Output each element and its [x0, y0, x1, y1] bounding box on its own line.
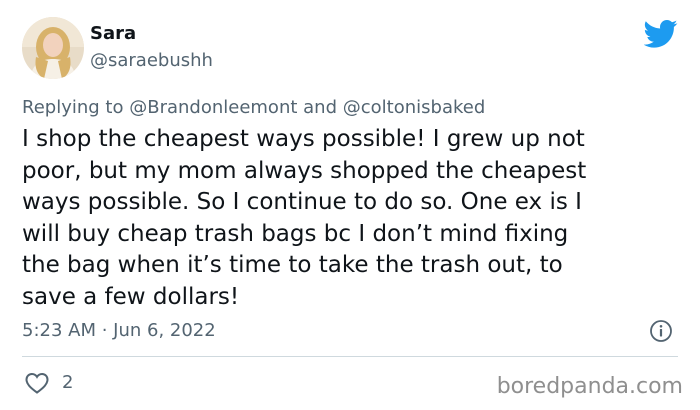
mention-link[interactable]: @Brandonleemont [129, 97, 297, 118]
heart-icon[interactable] [24, 371, 50, 395]
tweet-text-line: the bag when it’s time to take the trash… [22, 252, 563, 278]
divider [22, 356, 678, 357]
watermark: boredpanda.com [496, 374, 683, 399]
tweet-text-line: poor, but my mom always shopped the chea… [22, 157, 587, 184]
tweet-text-line: save a few dollars! [22, 283, 240, 310]
tweet-text-line: will buy cheap trash bags bc I don’t min… [22, 220, 569, 247]
like-count: 2 [62, 372, 74, 393]
display-name[interactable]: Sara [90, 23, 136, 44]
tweet-text-line: ways possible. So I continue to do so. O… [22, 189, 582, 215]
mention-link[interactable]: @coltonisbaked [343, 97, 486, 118]
replying-to: Replying to @Brandonleemont and @coltoni… [22, 97, 485, 118]
twitter-bird-icon[interactable] [643, 19, 678, 49]
tweet-text: I shop the cheapest ways possible! I gre… [22, 124, 672, 313]
tweet-timestamp[interactable]: 5:23 AM · Jun 6, 2022 [22, 320, 216, 341]
user-handle[interactable]: @saraebushh [90, 50, 213, 71]
info-icon[interactable] [649, 319, 673, 343]
tweet-text-line: I shop the cheapest ways possible! I gre… [22, 126, 585, 152]
avatar[interactable] [22, 17, 84, 79]
replying-conjunction: and [303, 97, 338, 118]
tweet-card: Sara @saraebushh Replying to @Brandonlee… [0, 0, 700, 410]
replying-prefix: Replying to [22, 97, 124, 118]
